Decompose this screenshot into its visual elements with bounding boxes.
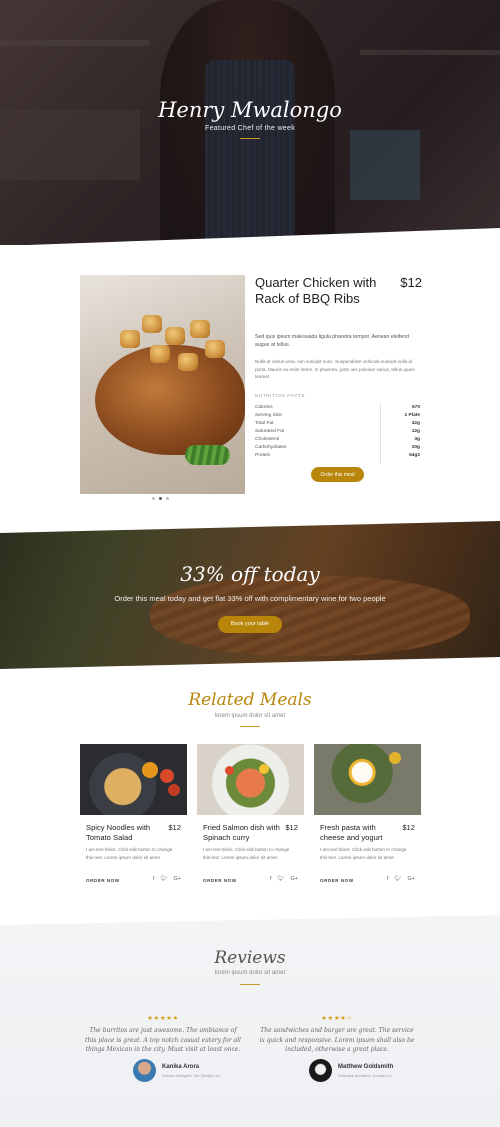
nutrition-row: Serving Size 1 Plate [255, 412, 420, 420]
nutrition-label: Carbohydrates [255, 445, 287, 450]
nutrition-label: Serving Size [255, 413, 282, 418]
nutrition-table: Calories 670 Serving Size 1 Plate Total Fa… [255, 404, 420, 460]
meal-card: Fresh pasta with cheese and yogurt $12 I… [314, 744, 421, 894]
nutrition-value: 42g [411, 421, 420, 426]
meal-title: Quarter Chicken with Rack of BBQ Ribs [255, 275, 377, 306]
meal-card-price: $12 [168, 823, 181, 832]
nutrition-value: 1 Plate [404, 413, 420, 418]
facebook-icon[interactable]: f [153, 876, 155, 882]
google-plus-icon[interactable]: G+ [174, 876, 182, 882]
reviewer-name: Kanika Arora [162, 1064, 200, 1070]
title-divider [240, 726, 260, 727]
review-card: ★★★★★ The burritos are just awesome. The… [83, 1014, 243, 1055]
nutrition-row: Total Fat 42g [255, 420, 420, 428]
slider-dot[interactable] [152, 497, 155, 500]
meal-card-text: I am text block. Click edit button to ch… [203, 847, 290, 860]
reviews-subtitle: lorem ipsum dolor sit amet [214, 970, 286, 976]
reviews-section [0, 915, 500, 1127]
book-table-button[interactable]: Book your table [218, 616, 282, 633]
nutrition-value: 64g2 [409, 453, 420, 458]
twitter-icon[interactable]: 🐦︎ [278, 876, 285, 882]
chef-subtitle: Featured Chef of the week [205, 125, 295, 132]
chef-name: Henry Mwalongo [158, 98, 342, 122]
facebook-icon[interactable]: f [387, 876, 389, 882]
google-plus-icon[interactable]: G+ [408, 876, 416, 882]
meal-card-name: Fried Salmon dish with Spinach curry [203, 823, 280, 842]
slider-dot-active[interactable] [159, 497, 162, 500]
reviews-title: Reviews [214, 948, 286, 968]
nutrition-label: Cholesterol [255, 437, 280, 442]
twitter-icon[interactable]: 🐦︎ [395, 876, 402, 882]
related-meals-subtitle: lorem ipsum dolor sit amet [214, 713, 286, 719]
nutrition-row: Protein 64g2 [255, 452, 420, 460]
order-meal-button[interactable]: Order this meal [311, 467, 364, 482]
title-divider [240, 984, 260, 985]
nutrition-value: 12g [411, 429, 420, 434]
meal-card-price: $12 [285, 823, 298, 832]
nutrition-value: 20g [411, 445, 420, 450]
meal-card-price: $12 [402, 823, 415, 832]
meal-description-body: Nulla at varius urna, non suscipit nunc.… [255, 359, 415, 379]
nutrition-label: Calories [255, 405, 273, 410]
title-divider [240, 138, 260, 139]
meal-card-image[interactable] [80, 744, 187, 815]
social-links: f 🐦︎ G+ [270, 876, 298, 882]
meal-card-name: Spicy Noodles with Tomato Salad [86, 823, 151, 842]
nutrition-value: 3g [414, 437, 420, 442]
social-links: f 🐦︎ G+ [153, 876, 181, 882]
google-plus-icon[interactable]: G+ [291, 876, 299, 882]
meal-card-name: Fresh pasta with cheese and yogurt [320, 823, 383, 842]
nutrition-row: Cholesterol 3g [255, 436, 420, 444]
slider-dot[interactable] [166, 497, 169, 500]
nutrition-label: Total Fat [255, 421, 274, 426]
review-card: ★★★★☆ The sandwiches and burger are grea… [257, 1014, 417, 1055]
review-quote: The burritos are just awesome. The ambia… [85, 1027, 241, 1053]
avatar [309, 1059, 332, 1082]
nutrition-title: NUTRITION FACTS [255, 393, 306, 398]
meal-card-text: I am text block. Click edit button to ch… [86, 847, 173, 860]
meal-card-image[interactable] [314, 744, 421, 815]
meal-card-image[interactable] [197, 744, 304, 815]
facebook-icon[interactable]: f [270, 876, 272, 882]
nutrition-label: Saturated Fat [255, 429, 285, 434]
avatar [133, 1059, 156, 1082]
star-rating: ★★★★★ [147, 1015, 179, 1022]
meal-card-text: I am text block. Click edit button to ch… [320, 847, 407, 860]
meal-card: Fried Salmon dish with Spinach curry $12… [197, 744, 304, 894]
nutrition-row: Carbohydrates 20g [255, 444, 420, 452]
meal-image-slider[interactable] [80, 275, 245, 494]
reviewer-role: Interior Designer, We Design Ltd [162, 1073, 220, 1078]
twitter-icon[interactable]: 🐦︎ [161, 876, 168, 882]
social-links: f 🐦︎ G+ [387, 876, 415, 882]
promo-subtitle: Order this meal today and get flat 33% o… [114, 594, 386, 603]
meal-description-lead: Sed quis ipsum malesuada ligula pharetra… [255, 334, 409, 348]
review-quote: The sandwiches and burger are great. The… [259, 1027, 415, 1053]
nutrition-label: Protein [255, 453, 271, 458]
nutrition-row: Calories 670 [255, 404, 420, 412]
nutrition-row: Saturated Fat 12g [255, 428, 420, 436]
meal-card: Spicy Noodles with Tomato Salad $12 I am… [80, 744, 187, 894]
order-now-link[interactable]: ORDER NOW [203, 878, 237, 883]
hero-banner [0, 0, 500, 245]
order-now-link[interactable]: ORDER NOW [86, 878, 120, 883]
reviewer-role: Software Architect, Doodle Inc [338, 1073, 392, 1078]
order-now-link[interactable]: ORDER NOW [320, 878, 354, 883]
nutrition-value: 670 [411, 405, 420, 410]
slider-dots[interactable] [152, 497, 174, 501]
reviewer-name: Matthew Goldsmith [338, 1064, 394, 1070]
promo-title: 33% off today [180, 562, 320, 586]
star-rating: ★★★★☆ [321, 1015, 353, 1022]
meal-price: $12 [400, 275, 422, 290]
related-meals-title: Related Meals [188, 690, 312, 710]
